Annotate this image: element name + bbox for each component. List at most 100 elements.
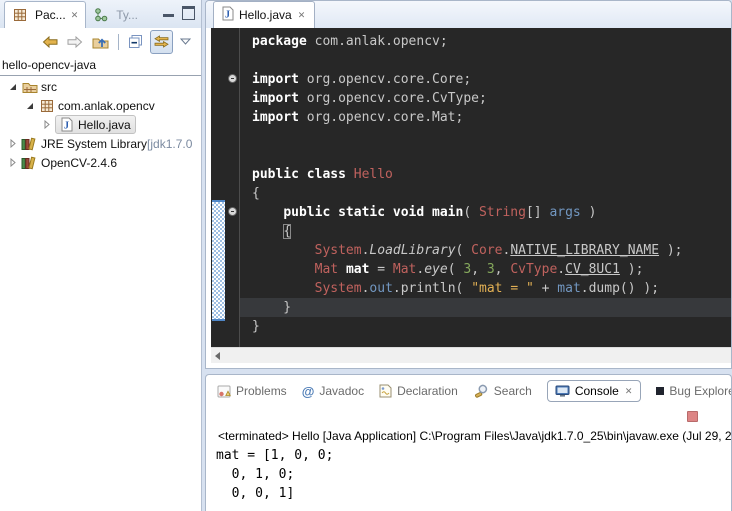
console-output-line: mat = [1, 0, 0; bbox=[216, 446, 333, 465]
tree-item-label: OpenCV-2.4.6 bbox=[41, 156, 117, 170]
tree-item-jre-system-library[interactable]: JRE System Library [jdk1.7.0 bbox=[0, 134, 201, 153]
editor-horizontal-scrollbar[interactable] bbox=[211, 347, 731, 363]
code-line[interactable]: import org.opencv.core.Mat; bbox=[252, 108, 731, 127]
code-text-area[interactable]: package com.anlak.opencv; import org.open… bbox=[240, 28, 731, 347]
tree-item-label: JRE System Library bbox=[41, 137, 147, 151]
forward-button[interactable] bbox=[65, 31, 85, 53]
collapsed-arrow-icon[interactable] bbox=[8, 158, 18, 167]
close-icon[interactable]: ✕ bbox=[297, 10, 307, 21]
range-indicator bbox=[212, 200, 225, 321]
code-line[interactable]: System.out.println( "mat = " + mat.dump(… bbox=[252, 279, 731, 298]
expanded-arrow-icon[interactable] bbox=[25, 102, 35, 110]
declaration-icon bbox=[379, 384, 392, 398]
tree-item-label: src bbox=[41, 80, 57, 94]
javadoc-icon: @ bbox=[302, 384, 315, 399]
code-line[interactable] bbox=[252, 127, 731, 146]
code-line[interactable]: } bbox=[252, 317, 731, 336]
folding-ruler[interactable] bbox=[227, 28, 239, 347]
tab-label: Hello.java bbox=[239, 8, 292, 22]
search-icon bbox=[473, 384, 489, 398]
tab-console[interactable]: Console ✕ bbox=[547, 380, 642, 402]
code-line[interactable]: public class Hello bbox=[252, 165, 731, 184]
tab-label: Javadoc bbox=[319, 384, 364, 398]
library-icon bbox=[21, 137, 38, 151]
terminate-icon[interactable] bbox=[687, 411, 698, 422]
tab-label: Console bbox=[575, 384, 619, 398]
view-menu-button[interactable] bbox=[178, 31, 193, 53]
package-folder-icon bbox=[21, 80, 38, 93]
tree-item-com-anlak-opencv[interactable]: com.anlak.opencv bbox=[0, 96, 201, 115]
back-button[interactable] bbox=[40, 31, 60, 53]
bottom-tab-row: Problems @ Javadoc Declaration Search Console… bbox=[206, 375, 731, 407]
package-explorer-icon bbox=[11, 8, 28, 22]
scroll-left-arrow-icon[interactable] bbox=[215, 352, 220, 360]
code-line[interactable]: { bbox=[252, 184, 731, 203]
tab-type-hierarchy[interactable]: Ty... bbox=[86, 2, 144, 28]
tab-declaration[interactable]: Declaration bbox=[379, 384, 458, 398]
view-window-buttons bbox=[163, 6, 195, 20]
project-root-item[interactable]: hello-opencv-java bbox=[0, 55, 201, 76]
console-title: <terminated> Hello [Java Application] C:… bbox=[218, 429, 732, 443]
problems-icon bbox=[217, 385, 231, 398]
tab-javadoc[interactable]: @ Javadoc bbox=[302, 384, 364, 399]
tab-label: Pac... bbox=[35, 8, 66, 22]
tab-label: Problems bbox=[236, 384, 287, 398]
close-icon[interactable]: ✕ bbox=[70, 10, 80, 21]
svg-text:J: J bbox=[64, 121, 69, 132]
code-line[interactable]: import org.opencv.core.CvType; bbox=[252, 89, 731, 108]
up-button[interactable] bbox=[90, 31, 111, 53]
fold-collapse-icon[interactable] bbox=[228, 74, 237, 83]
console-output-line: 0, 0, 1] bbox=[216, 484, 333, 503]
editor-tab-row: J Hello.java ✕ bbox=[206, 1, 731, 28]
code-line[interactable]: Mat mat = Mat.eye( 3, 3, CvType.CV_8UC1 … bbox=[252, 260, 731, 279]
left-panel-tab-row: Pac... ✕ Ty... bbox=[0, 0, 201, 28]
tab-hello-java[interactable]: J Hello.java ✕ bbox=[213, 1, 315, 28]
annotation-ruler[interactable] bbox=[211, 28, 227, 347]
minimize-icon[interactable] bbox=[163, 9, 174, 17]
java-file-icon: J bbox=[58, 117, 75, 132]
tree-item-decoration: [jdk1.7.0 bbox=[147, 137, 192, 151]
console-output-line: 0, 1, 0; bbox=[216, 465, 333, 484]
tab-bug-explorer[interactable]: Bug Explorer bbox=[656, 384, 731, 398]
expanded-arrow-icon[interactable] bbox=[8, 83, 18, 91]
tree-item-label: com.anlak.opencv bbox=[58, 99, 155, 113]
tree-item-hello-java[interactable]: JHello.java bbox=[0, 115, 201, 134]
collapsed-arrow-icon[interactable] bbox=[8, 139, 18, 148]
code-line[interactable]: public static void main( String[] args ) bbox=[252, 203, 731, 222]
code-line-current[interactable]: } bbox=[240, 298, 731, 317]
tab-package-explorer[interactable]: Pac... ✕ bbox=[4, 1, 86, 28]
package-icon bbox=[38, 99, 55, 113]
type-hierarchy-icon bbox=[92, 8, 109, 22]
tab-label: Search bbox=[494, 384, 532, 398]
code-line[interactable] bbox=[252, 51, 731, 70]
code-line[interactable]: import org.opencv.core.Core; bbox=[252, 70, 731, 89]
tab-label: Bug Explorer bbox=[669, 384, 731, 398]
link-with-editor-button[interactable] bbox=[150, 30, 173, 54]
code-line[interactable] bbox=[252, 146, 731, 165]
code-editor[interactable]: package com.anlak.opencv; import org.open… bbox=[211, 28, 731, 347]
tab-problems[interactable]: Problems bbox=[217, 384, 287, 398]
code-line[interactable]: System.LoadLibrary( Core.NATIVE_LIBRARY_… bbox=[252, 241, 731, 260]
selected-item-highlight: JHello.java bbox=[55, 115, 136, 134]
editor-pane: J Hello.java ✕ package com.anlak.opencv;… bbox=[205, 0, 732, 369]
library-icon bbox=[21, 156, 38, 170]
toolbar-separator bbox=[118, 34, 119, 50]
code-line[interactable]: { bbox=[252, 222, 731, 241]
tree-item-src[interactable]: src bbox=[0, 77, 201, 96]
tab-label: Declaration bbox=[397, 384, 458, 398]
code-line[interactable]: package com.anlak.opencv; bbox=[252, 32, 731, 51]
package-explorer-tree: srccom.anlak.opencvJHello.javaJRE System… bbox=[0, 76, 201, 172]
java-file-icon: J bbox=[222, 6, 234, 24]
fold-collapse-icon[interactable] bbox=[228, 207, 237, 216]
collapse-all-button[interactable] bbox=[126, 31, 145, 53]
maximize-icon[interactable] bbox=[182, 6, 195, 20]
tree-item-opencv-2-4-6[interactable]: OpenCV-2.4.6 bbox=[0, 153, 201, 172]
collapsed-arrow-icon[interactable] bbox=[42, 120, 52, 129]
tab-label: Ty... bbox=[116, 8, 138, 22]
tab-search[interactable]: Search bbox=[473, 384, 532, 398]
package-explorer-toolbar bbox=[0, 28, 201, 55]
console-panel: Problems @ Javadoc Declaration Search Console… bbox=[205, 374, 732, 511]
package-explorer-panel: Pac... ✕ Ty... bbox=[0, 0, 202, 511]
console-output[interactable]: mat = [1, 0, 0; 0, 1, 0; 0, 0, 1] bbox=[216, 446, 333, 503]
close-icon[interactable]: ✕ bbox=[624, 386, 634, 397]
